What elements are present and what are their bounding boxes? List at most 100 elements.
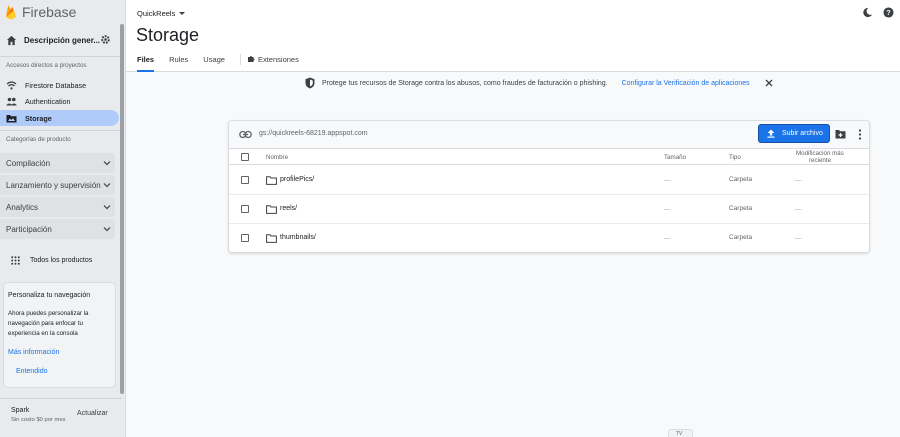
- shortcuts-label: Accesos directos a proyectos: [6, 62, 87, 69]
- main-content: QuickReels Storage Files Rules Usage Ext…: [126, 0, 900, 437]
- all-products-label: Todos los productos: [30, 256, 93, 264]
- category-label: Participación: [6, 224, 52, 234]
- row-checkbox[interactable]: [241, 205, 249, 213]
- dark-mode-moon-icon[interactable]: [862, 7, 873, 18]
- column-modified[interactable]: Modificación más: [796, 150, 844, 157]
- table-row[interactable]: reels/ — Carpeta —: [229, 195, 869, 224]
- folder-icon: [266, 176, 277, 185]
- category-label: Analytics: [6, 202, 39, 212]
- more-info-link[interactable]: Más información: [8, 349, 59, 356]
- folder-icon: [266, 234, 277, 243]
- divider: [0, 56, 120, 57]
- file-type: Carpeta: [729, 205, 753, 212]
- file-modified: —: [795, 206, 802, 213]
- row-checkbox[interactable]: [241, 176, 249, 184]
- extension-puzzle-icon: [247, 56, 255, 62]
- page-header: QuickReels Storage Files Rules Usage Ext…: [126, 0, 900, 72]
- project-overview-item[interactable]: Descripción gener...: [0, 30, 120, 50]
- gear-icon[interactable]: [100, 34, 111, 45]
- bottom-drawer-tab[interactable]: TV: [668, 429, 693, 437]
- file-name[interactable]: reels/: [280, 205, 297, 212]
- firestore-icon: [6, 80, 17, 90]
- category-participacion[interactable]: Participación: [0, 219, 115, 239]
- firebase-brand[interactable]: Firebase: [5, 4, 76, 20]
- customize-nav-card: Personaliza tu navegación Ahora puedes p…: [3, 282, 116, 388]
- file-size: —: [664, 235, 671, 242]
- brand-name: Firebase: [22, 4, 77, 20]
- sidebar-item-label: Storage: [25, 113, 52, 123]
- category-label: Lanzamiento y supervisión: [6, 180, 101, 190]
- configure-app-check-link[interactable]: Configurar la Verificación de aplicacion…: [622, 80, 750, 87]
- project-name: QuickReels: [137, 9, 176, 18]
- storage-folder-icon: [6, 114, 17, 123]
- column-name[interactable]: Nombre: [266, 154, 288, 161]
- svg-text:?: ?: [886, 8, 891, 17]
- column-type[interactable]: Tipo: [729, 154, 741, 161]
- header-actions: ?: [852, 7, 894, 18]
- customize-title: Personaliza tu navegación: [8, 292, 91, 299]
- help-icon[interactable]: ?: [883, 7, 894, 18]
- row-checkbox[interactable]: [241, 234, 249, 242]
- category-label: Compilación: [6, 158, 51, 168]
- understood-button[interactable]: Entendido: [16, 368, 48, 375]
- column-size[interactable]: Tamaño: [664, 154, 686, 161]
- link-icon[interactable]: [239, 130, 252, 139]
- new-folder-icon[interactable]: [835, 129, 846, 139]
- sidebar-item-label: Firestore Database: [25, 80, 87, 90]
- app-check-notice: Protege tus recursos de Storage contra l…: [305, 76, 773, 90]
- category-compilacion[interactable]: Compilación: [0, 153, 115, 173]
- tab-bar: Files Rules Usage Extensiones: [137, 54, 314, 72]
- upgrade-button[interactable]: Actualizar: [77, 410, 108, 417]
- chevron-down-icon: [103, 205, 111, 210]
- tab-rules[interactable]: Rules: [169, 55, 188, 72]
- file-modified: —: [795, 235, 802, 242]
- file-size: —: [664, 177, 671, 184]
- file-size: —: [664, 206, 671, 213]
- tab-divider: [239, 54, 241, 65]
- file-name[interactable]: thumbnails/: [280, 234, 316, 241]
- close-icon[interactable]: [765, 79, 773, 87]
- apps-grid-icon: [11, 255, 20, 265]
- chevron-down-icon: [103, 227, 111, 232]
- file-modified: —: [795, 177, 802, 184]
- all-products-item[interactable]: Todos los productos: [0, 252, 92, 268]
- chevron-down-icon: [103, 161, 111, 166]
- tab-extensions-label: Extensiones: [257, 55, 299, 64]
- upload-file-button[interactable]: Subir archivo: [758, 124, 830, 143]
- tab-extensions[interactable]: Extensiones: [247, 55, 299, 72]
- divider: [0, 130, 120, 131]
- project-switcher[interactable]: QuickReels: [137, 9, 186, 18]
- plan-footer: Spark Sin costo $0 por mes Actualizar: [0, 398, 122, 430]
- category-lanzamiento[interactable]: Lanzamiento y supervisión: [0, 175, 115, 195]
- sidebar-scrollbar[interactable]: [120, 24, 124, 394]
- caret-down-icon: [179, 12, 186, 15]
- bucket-path[interactable]: gs://quickreels-68219.appspot.com: [259, 130, 368, 137]
- firebase-logo-icon: [6, 5, 16, 20]
- table-row[interactable]: profilePics/ — Carpeta —: [229, 166, 869, 195]
- sidebar-item-label: Authentication: [25, 96, 71, 106]
- file-type: Carpeta: [729, 176, 753, 183]
- folder-icon: [266, 205, 277, 214]
- table-row[interactable]: thumbnails/ — Carpeta —: [229, 224, 869, 253]
- chevron-down-icon: [103, 183, 111, 188]
- sidebar-item-authentication[interactable]: Authentication: [0, 93, 119, 109]
- home-icon: [6, 35, 17, 45]
- file-table-header: Nombre Tamaño Tipo Modificación más reci…: [229, 149, 869, 165]
- tab-files[interactable]: Files: [137, 55, 155, 72]
- plan-name: Spark: [11, 407, 30, 414]
- file-browser: gs://quickreels-68219.appspot.com Subir …: [228, 120, 870, 253]
- sidebar-item-firestore[interactable]: Firestore Database: [0, 77, 119, 93]
- sidebar-item-storage[interactable]: Storage: [0, 110, 119, 126]
- category-analytics[interactable]: Analytics: [0, 197, 115, 217]
- categories-label: Categorías de producto: [6, 136, 71, 143]
- plan-subtitle: Sin costo $0 por mes: [11, 417, 66, 423]
- project-overview-label: Descripción gener...: [24, 35, 101, 45]
- bottom-tab-label: TV: [676, 431, 683, 437]
- shield-icon: [305, 77, 315, 89]
- notice-text: Protege tus recursos de Storage contra l…: [322, 79, 608, 87]
- page-title: Storage: [136, 25, 200, 45]
- select-all-checkbox[interactable]: [241, 153, 249, 161]
- more-vert-icon[interactable]: [858, 129, 862, 140]
- file-name[interactable]: profilePics/: [280, 176, 314, 183]
- tab-usage[interactable]: Usage: [203, 55, 225, 72]
